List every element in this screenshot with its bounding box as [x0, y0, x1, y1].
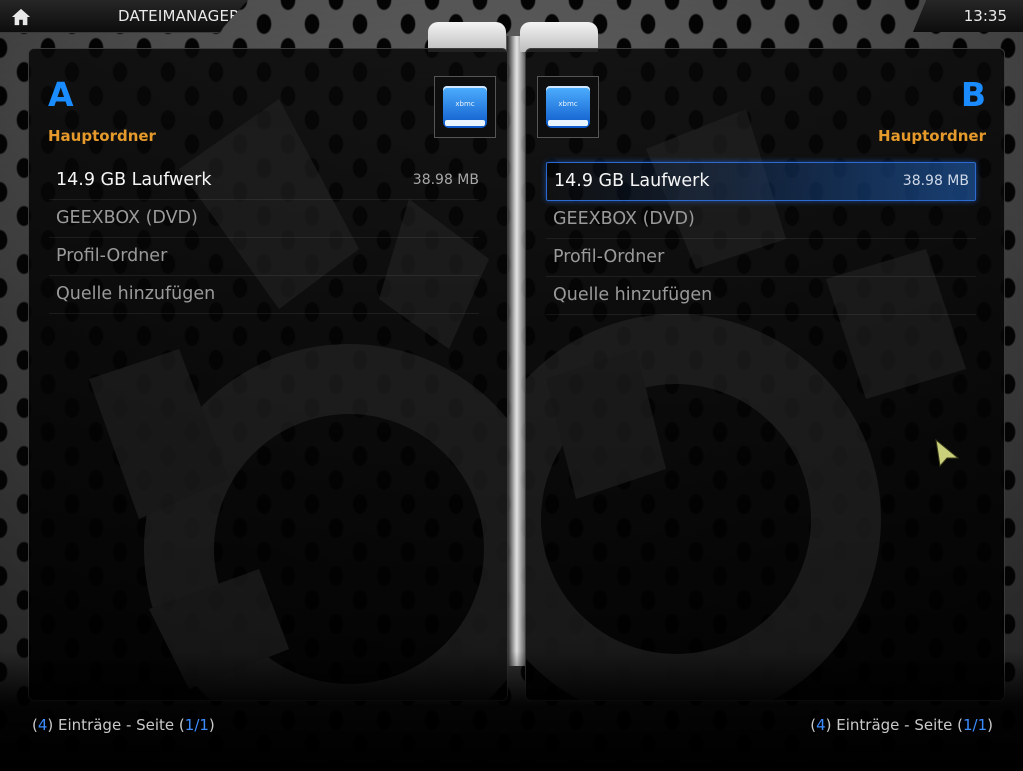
- gear-background-icon: [526, 109, 966, 700]
- drive-icon: xbmc: [546, 86, 590, 128]
- home-button[interactable]: [6, 5, 36, 29]
- folder-thumbnail: xbmc: [434, 76, 496, 138]
- mouse-pointer-icon: [935, 438, 960, 468]
- panel-divider: [507, 36, 525, 666]
- home-icon: [11, 8, 31, 26]
- page-info-text: Einträge - Seite: [58, 716, 175, 734]
- list-item-label: 14.9 GB Laufwerk: [554, 171, 710, 191]
- page-number: 1/1: [184, 716, 209, 734]
- list-item-label: Quelle hinzufügen: [553, 285, 713, 305]
- list-item[interactable]: Profil-Ordner: [49, 238, 479, 276]
- top-bar: DATEIMANAGER 13:35: [0, 0, 1023, 34]
- list-item[interactable]: GEEXBOX (DVD): [546, 201, 976, 239]
- page-info-text: Einträge - Seite: [836, 716, 953, 734]
- current-folder-label: Hauptordner: [48, 127, 156, 145]
- drive-logo-text: xbmc: [558, 100, 578, 108]
- current-folder-label: Hauptordner: [878, 127, 986, 145]
- file-list: 14.9 GB Laufwerk 38.98 MB GEEXBOX (DVD) …: [526, 162, 1004, 315]
- page-title: DATEIMANAGER: [118, 7, 240, 25]
- title-bar: DATEIMANAGER: [0, 0, 248, 33]
- list-item-size: 38.98 MB: [412, 172, 479, 188]
- list-item[interactable]: GEEXBOX (DVD): [49, 200, 479, 238]
- list-item-label: Quelle hinzufügen: [56, 284, 216, 304]
- panel-letter-a: A: [48, 75, 74, 114]
- page-number: 1/1: [963, 716, 988, 734]
- list-item[interactable]: 14.9 GB Laufwerk 38.98 MB: [49, 162, 479, 200]
- file-list: 14.9 GB Laufwerk 38.98 MB GEEXBOX (DVD) …: [29, 162, 507, 314]
- list-item[interactable]: Quelle hinzufügen: [49, 276, 479, 314]
- file-panel-a: A Hauptordner xbmc 14.9 GB Laufwerk 38.9…: [28, 48, 508, 701]
- list-item-selected[interactable]: 14.9 GB Laufwerk 38.98 MB: [546, 162, 976, 201]
- list-item-label: GEEXBOX (DVD): [56, 208, 198, 228]
- clock-bar: 13:35: [913, 0, 1023, 32]
- item-count: 4: [816, 716, 826, 734]
- drive-icon: xbmc: [443, 86, 487, 128]
- list-item[interactable]: Profil-Ordner: [546, 239, 976, 277]
- drive-logo-text: xbmc: [455, 100, 475, 108]
- file-panel-b: B Hauptordner xbmc 14.9 GB Laufwerk 38.9…: [525, 48, 1005, 701]
- panel-b-page-info: (4) Einträge - Seite (1/1): [810, 716, 993, 734]
- gear-background-icon: [89, 99, 507, 700]
- clock: 13:35: [963, 7, 1007, 25]
- list-item-label: GEEXBOX (DVD): [553, 209, 695, 229]
- folder-thumbnail: xbmc: [537, 76, 599, 138]
- list-item-label: 14.9 GB Laufwerk: [56, 170, 212, 190]
- list-item[interactable]: Quelle hinzufügen: [546, 277, 976, 315]
- list-item-size: 38.98 MB: [902, 173, 969, 189]
- panel-letter-b: B: [960, 75, 986, 114]
- footer-shade: [0, 651, 1023, 771]
- list-item-label: Profil-Ordner: [553, 247, 665, 267]
- panel-a-page-info: (4) Einträge - Seite (1/1): [32, 716, 215, 734]
- item-count: 4: [37, 716, 48, 734]
- list-item-label: Profil-Ordner: [56, 246, 168, 266]
